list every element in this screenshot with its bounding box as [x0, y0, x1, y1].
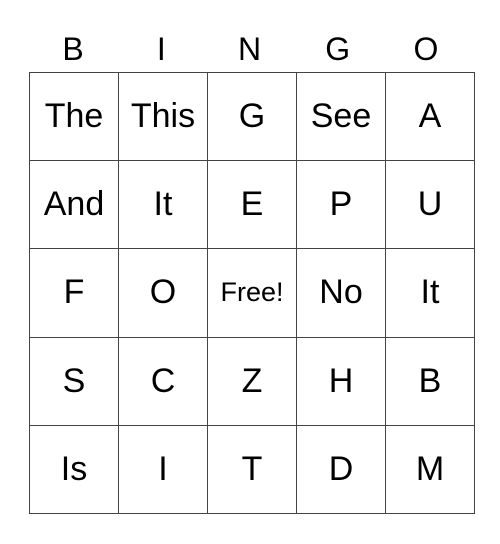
card-cell[interactable]: U [385, 160, 475, 250]
card-row: And It E P U [29, 160, 475, 250]
card-cell[interactable]: G [207, 71, 297, 162]
card-cell[interactable]: E [207, 160, 297, 250]
card-cell[interactable]: Z [207, 336, 297, 426]
card-cell[interactable]: Is [29, 424, 119, 515]
card-cell[interactable]: And [29, 160, 119, 250]
card-cell[interactable]: This [118, 71, 208, 162]
card-cell[interactable]: O [118, 248, 208, 338]
card-cell[interactable]: P [296, 160, 386, 250]
bingo-header: B I N G O [29, 28, 470, 70]
card-cell[interactable]: It [118, 160, 208, 250]
card-row: F O Free! No It [29, 248, 475, 338]
card-cell[interactable]: I [118, 424, 208, 515]
card-cell[interactable]: F [29, 248, 119, 338]
header-letter-o: O [413, 31, 439, 67]
header-letter-g: G [325, 31, 351, 67]
card-row: S C Z H B [29, 336, 475, 426]
card-cell[interactable]: M [385, 424, 475, 515]
bingo-card: The This G See A And It E P U F O Free! … [29, 71, 475, 515]
card-cell[interactable]: It [385, 248, 475, 338]
header-letter-b: B [62, 31, 84, 67]
card-cell[interactable]: T [207, 424, 297, 515]
card-cell[interactable]: B [385, 336, 475, 426]
card-cell[interactable]: C [118, 336, 208, 426]
card-row: The This G See A [29, 71, 475, 162]
card-cell[interactable]: The [29, 71, 119, 162]
header-letter-n: N [237, 31, 262, 67]
card-cell[interactable]: H [296, 336, 386, 426]
card-cell[interactable]: D [296, 424, 386, 515]
card-cell[interactable]: See [296, 71, 386, 162]
card-cell[interactable]: S [29, 336, 119, 426]
header-letter-i: I [156, 31, 166, 67]
card-row: Is I T D M [29, 424, 475, 515]
card-cell[interactable]: A [385, 71, 475, 162]
card-cell[interactable]: No [296, 248, 386, 338]
free-space-cell[interactable]: Free! [207, 248, 297, 338]
